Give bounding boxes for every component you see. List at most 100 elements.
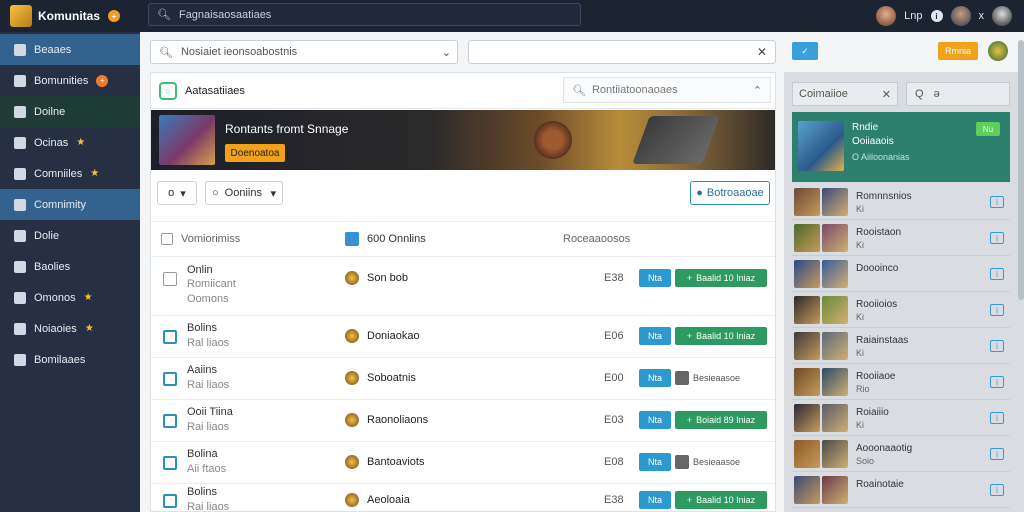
sidebar-item-home[interactable]: Beaaes xyxy=(0,34,140,65)
item-thumbnail xyxy=(794,224,820,252)
item-name: Rooiiaoe xyxy=(856,371,896,382)
row-checkbox[interactable] xyxy=(163,330,177,344)
promo-banner[interactable]: Rontants fromt Snnage Doenoatoa xyxy=(151,110,775,170)
list-item[interactable]: Roainotaie i xyxy=(792,474,1010,508)
primary-button[interactable]: Rmnia xyxy=(938,42,978,60)
logo-image xyxy=(10,5,32,27)
info-icon[interactable]: i xyxy=(990,268,1004,280)
global-search-input[interactable]: 🔍︎ Fagnaisaosaatiaes xyxy=(148,3,581,26)
row-sub: Rai liaos xyxy=(187,421,230,433)
banner-button[interactable]: Doenoatoa xyxy=(225,144,285,162)
table-row[interactable]: Onlin Romiicant Oomons Son bob E38 Nta +… xyxy=(151,258,775,316)
list-item[interactable]: Raiainstaas Ki i xyxy=(792,330,1010,364)
row-status-button[interactable]: + Boiaid 89 Iniaz xyxy=(675,411,767,429)
sidebar-item-ocinas[interactable]: Ocinas ★ xyxy=(0,127,140,158)
row-join-button[interactable]: Nta xyxy=(639,369,671,387)
sidebar-item-dolie[interactable]: Dolie xyxy=(0,220,140,251)
row-checkbox[interactable] xyxy=(163,456,177,470)
profile-avatar[interactable] xyxy=(992,6,1012,26)
filter-input[interactable]: ✕ xyxy=(468,40,776,64)
list-item[interactable]: Roiaiiio Ki i xyxy=(792,402,1010,436)
row-join-button[interactable]: Nta xyxy=(639,411,671,429)
row-checkbox[interactable] xyxy=(163,272,177,286)
sidebar-item-comniiles[interactable]: Comniiles ★ xyxy=(0,158,140,189)
app-logo[interactable]: Komunitas + xyxy=(0,5,140,27)
info-icon[interactable]: i xyxy=(930,10,943,22)
right-filter-button[interactable]: Q ə xyxy=(906,82,1010,106)
plus-icon: + xyxy=(686,331,693,341)
action-button-label: Botroaaoae xyxy=(706,187,764,199)
confirm-button[interactable]: ✓ xyxy=(792,42,818,60)
row-checkbox[interactable] xyxy=(163,414,177,428)
friend-avatar[interactable] xyxy=(950,6,971,26)
row-status-button[interactable]: + Baalid 10 Iniaz xyxy=(675,269,767,287)
table-row[interactable]: Bolins Rai liaos Aeoloaia E38 Nta + Baali… xyxy=(151,484,775,512)
sidebar-item-communities[interactable]: Bomunities + xyxy=(0,65,140,96)
item-thumbnail xyxy=(822,332,848,360)
list-item[interactable]: Aooonaaotig Soio i xyxy=(792,438,1010,472)
info-icon[interactable]: i xyxy=(990,484,1004,496)
sidebar-item-community[interactable]: Comnimity xyxy=(0,189,140,220)
list-item[interactable]: Romnnsnios Ki i xyxy=(792,186,1010,220)
banner-thumbnail xyxy=(159,115,215,165)
item-name: Romnnsnios xyxy=(856,191,912,202)
info-icon[interactable]: i xyxy=(990,340,1004,352)
sort-button[interactable]: o ▾ xyxy=(157,181,197,205)
row-join-button[interactable]: Nta xyxy=(639,269,671,287)
list-item[interactable]: Rooistaon Ki i xyxy=(792,222,1010,256)
list-item[interactable]: Rooiioios Ki i xyxy=(792,294,1010,328)
scrollbar[interactable] xyxy=(1018,40,1024,300)
game-icon xyxy=(345,455,359,469)
info-icon[interactable]: i xyxy=(990,304,1004,316)
group-avatar[interactable] xyxy=(988,41,1008,61)
row-join-button[interactable]: Nta xyxy=(639,491,671,509)
row-status-button[interactable]: Besieaasoe xyxy=(675,453,767,471)
sidebar-item-baolies[interactable]: Baolies xyxy=(0,251,140,282)
game-icon xyxy=(345,329,359,343)
app-title: Komunitas xyxy=(38,9,101,23)
list-item[interactable]: Doooinco i xyxy=(792,258,1010,292)
clear-icon[interactable]: ✕ xyxy=(757,45,767,59)
clear-icon[interactable]: ✕ xyxy=(882,88,891,101)
close-icon[interactable]: x xyxy=(979,10,985,22)
header-checkbox[interactable] xyxy=(161,233,173,245)
info-icon[interactable]: i xyxy=(990,448,1004,460)
row-join-button[interactable]: Nta xyxy=(639,453,671,471)
info-icon[interactable]: i xyxy=(990,412,1004,424)
row-status-button[interactable]: + Baalid 10 Iniaz xyxy=(675,491,767,509)
panel-search-input[interactable]: 🔍︎ Rontiiatoonaoaes ⌃ xyxy=(563,77,771,103)
filter-select[interactable]: 🔍︎ Nosiaiet ieonsoabostnis ⌄ xyxy=(150,40,458,64)
sidebar-item-online[interactable]: Doilne xyxy=(0,96,140,127)
plus-icon: + xyxy=(686,273,693,283)
featured-card[interactable]: Rndie Ooiiaaois O Aiiloonanias Nu xyxy=(792,112,1010,182)
list-item[interactable]: Rooiiaoe Rio i xyxy=(792,366,1010,400)
item-thumbnail xyxy=(794,476,820,504)
row-checkbox[interactable] xyxy=(163,372,177,386)
featured-badge[interactable]: Nu xyxy=(976,122,1000,136)
right-search-input[interactable]: Coimaiioe ✕ xyxy=(792,82,898,106)
user-label[interactable]: Lnp xyxy=(904,10,922,22)
person-icon xyxy=(14,167,26,180)
header-select[interactable]: Vomiorimiss xyxy=(161,233,240,245)
user-avatar[interactable] xyxy=(876,6,897,26)
row-join-button[interactable]: Nta xyxy=(639,327,671,345)
table-row[interactable]: Aaiins Rai liaos Soboatnis E00 Nta Besie… xyxy=(151,358,775,400)
sidebar-item-omonos[interactable]: Omonos ★ xyxy=(0,282,140,313)
row-status-button[interactable]: + Baalid 10 Iniaz xyxy=(675,327,767,345)
info-icon[interactable]: i xyxy=(990,196,1004,208)
action-button[interactable]: ● Botroaaoae xyxy=(690,181,770,205)
row-name: Bolins xyxy=(187,322,217,334)
sidebar-item-label: Noiaoies xyxy=(34,322,77,335)
table-row[interactable]: Bolina Aii ftaos Bantoaviots E08 Nta Bes… xyxy=(151,442,775,484)
table-row[interactable]: Ooii Tiina Rai liaos Raonoliaons E03 Nta… xyxy=(151,400,775,442)
row-checkbox[interactable] xyxy=(163,494,177,508)
online-filter-dropdown[interactable]: ○ Ooniins ▾ xyxy=(205,181,283,205)
sidebar-item-noiaoies[interactable]: Noiaoies ★ xyxy=(0,313,140,344)
row-status-button[interactable]: Besieaasoe xyxy=(675,369,767,387)
info-icon[interactable]: i xyxy=(990,232,1004,244)
sidebar-item-bomilaaes[interactable]: Bomilaaes xyxy=(0,344,140,375)
item-name: Roiaiiio xyxy=(856,407,889,418)
table-row[interactable]: Bolins Ral liaos Doniaokao E06 Nta + Baal… xyxy=(151,316,775,358)
plus-icon: + xyxy=(686,495,693,505)
info-icon[interactable]: i xyxy=(990,376,1004,388)
